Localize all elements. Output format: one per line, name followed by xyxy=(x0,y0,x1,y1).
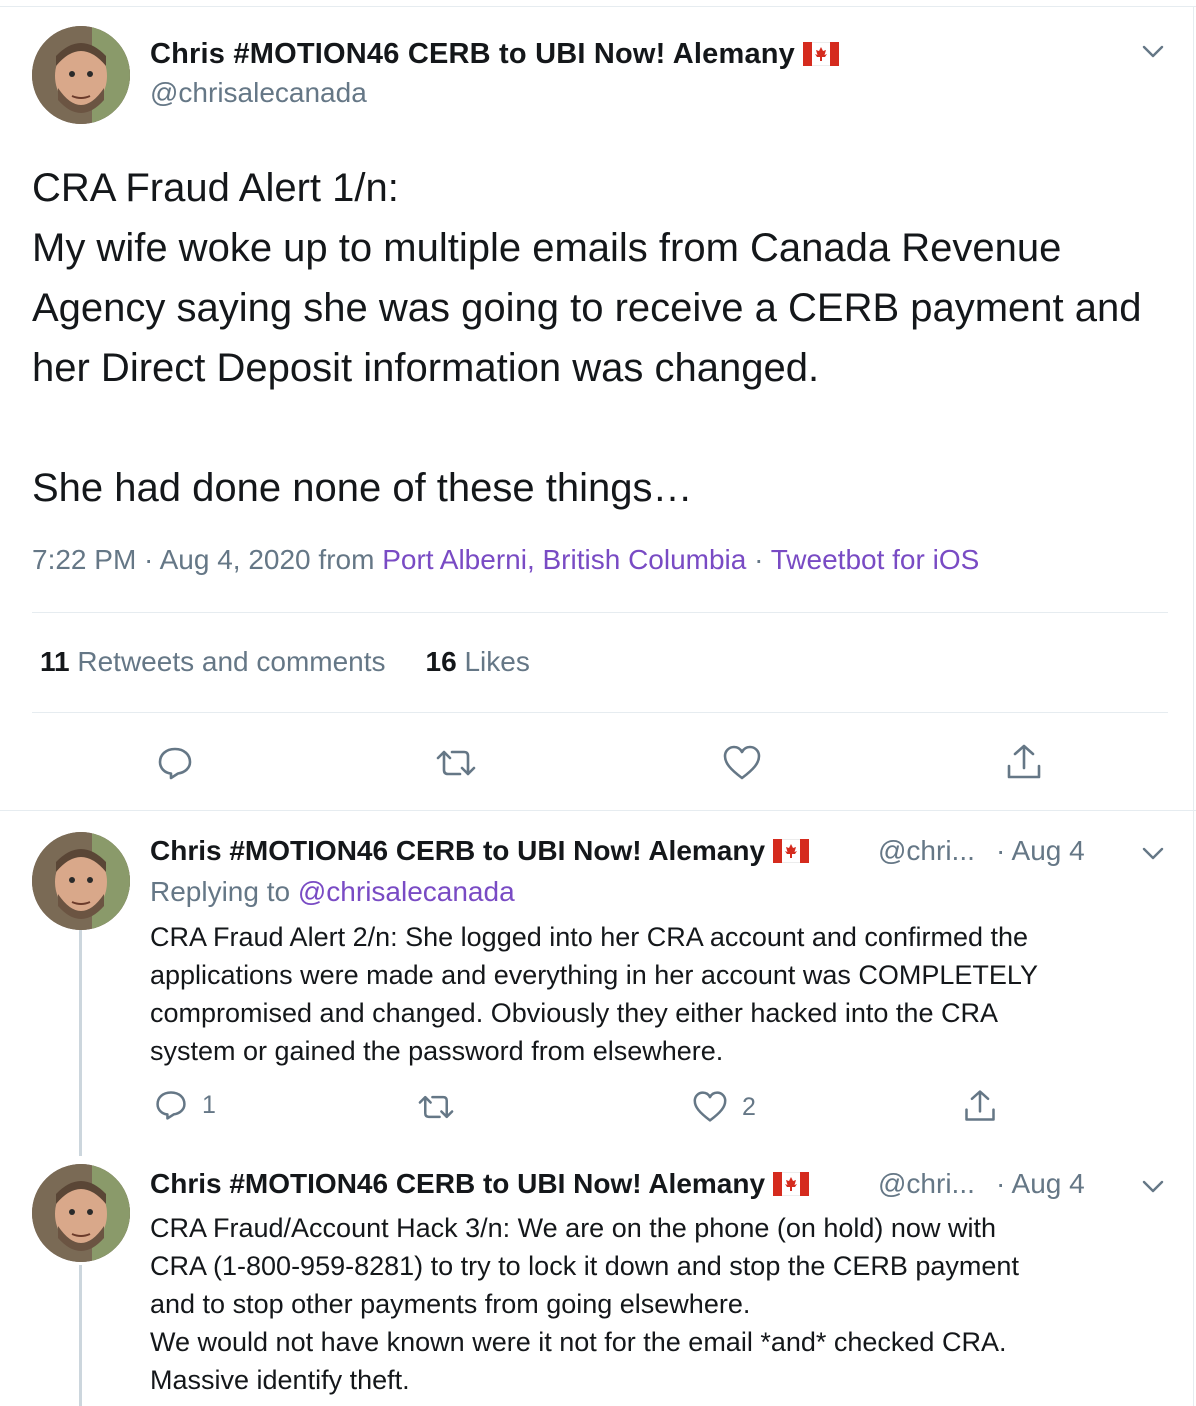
reply-text: CRA Fraud/Account Hack 3/n: We are on th… xyxy=(150,1213,1019,1395)
chevron-down-icon[interactable] xyxy=(1138,1171,1168,1201)
like-button[interactable] xyxy=(722,744,762,782)
canada-flag-icon xyxy=(772,1171,810,1203)
reply-author-name-text: Chris #MOTION46 CERB to UBI Now! Alemany xyxy=(150,835,766,866)
canada-flag-icon xyxy=(772,838,810,870)
author-name[interactable]: Chris #MOTION46 CERB to UBI Now! Alemany xyxy=(150,38,840,74)
retweet-button[interactable] xyxy=(434,744,478,782)
reply-button[interactable]: 1 xyxy=(154,1088,216,1122)
top-border xyxy=(0,6,1196,7)
thread-line xyxy=(79,1265,82,1406)
reply-author-handle[interactable]: @chri... xyxy=(878,1168,975,1200)
tweet-text: CRA Fraud Alert 1/n: My wife woke up to … xyxy=(32,166,1142,510)
like-count: 2 xyxy=(742,1092,756,1121)
comment-bubble-icon xyxy=(158,747,192,780)
canada-flag-icon xyxy=(802,41,840,74)
heart-icon xyxy=(723,745,761,780)
share-upload-icon xyxy=(965,1090,995,1121)
avatar[interactable] xyxy=(32,1164,130,1262)
share-upload-icon xyxy=(1007,744,1041,779)
reply-date[interactable]: · Aug 4 xyxy=(996,835,1085,867)
replying-handle-link[interactable]: @chrisalecanada xyxy=(298,876,515,907)
reply-button[interactable] xyxy=(156,744,194,782)
chevron-down-icon[interactable] xyxy=(1138,36,1168,66)
retweets-stat[interactable]: 11 Retweets and comments xyxy=(40,646,386,677)
reply-author-name[interactable]: Chris #MOTION46 CERB to UBI Now! Alemany xyxy=(150,1168,810,1203)
retweets-count: 11 xyxy=(40,646,70,677)
tweet-metadata: 7:22 PM · Aug 4, 2020 from Port Alberni,… xyxy=(32,544,979,576)
likes-stat[interactable]: 16 Likes xyxy=(426,646,530,677)
reply-author-name[interactable]: Chris #MOTION46 CERB to UBI Now! Alemany xyxy=(150,835,810,870)
share-button[interactable] xyxy=(962,1088,998,1124)
retweet-icon xyxy=(418,1095,454,1119)
divider xyxy=(32,612,1168,613)
like-button[interactable]: 2 xyxy=(692,1090,756,1124)
engagement-stats: 11 Retweets and comments 16 Likes xyxy=(40,646,530,678)
likes-count: 16 xyxy=(425,646,457,677)
author-name-text: Chris #MOTION46 CERB to UBI Now! Alemany xyxy=(150,38,796,70)
replying-label: Replying to xyxy=(150,876,298,907)
likes-label: Likes xyxy=(456,646,530,677)
reply-author-name-text: Chris #MOTION46 CERB to UBI Now! Alemany xyxy=(150,1168,766,1199)
heart-icon xyxy=(693,1091,727,1122)
author-handle[interactable]: @chrisalecanada xyxy=(150,77,367,109)
retweet-button[interactable] xyxy=(416,1090,470,1124)
chevron-down-icon[interactable] xyxy=(1138,838,1168,868)
source-link[interactable]: Tweetbot for iOS xyxy=(771,544,980,575)
thread-line xyxy=(79,930,82,1156)
reply-count: 1 xyxy=(202,1090,216,1119)
section-divider xyxy=(0,810,1196,811)
replying-to: Replying to @chrisalecanada xyxy=(150,876,515,908)
share-button[interactable] xyxy=(1004,742,1044,782)
reply-author-handle[interactable]: @chri... xyxy=(878,835,975,867)
retweets-label: Retweets and comments xyxy=(69,646,386,677)
avatar[interactable] xyxy=(32,26,130,124)
location-link[interactable]: Port Alberni, British Columbia xyxy=(382,544,746,575)
reply-date[interactable]: · Aug 4 xyxy=(996,1168,1085,1200)
right-border xyxy=(1193,6,1194,1406)
retweet-icon xyxy=(436,750,476,776)
avatar[interactable] xyxy=(32,832,130,930)
meta-separator: · xyxy=(746,544,771,575)
divider xyxy=(32,712,1168,713)
tweet-timestamp[interactable]: 7:22 PM · Aug 4, 2020 from xyxy=(32,544,382,575)
reply-text: CRA Fraud Alert 2/n: She logged into her… xyxy=(150,922,1038,1066)
comment-bubble-icon xyxy=(156,1091,186,1120)
